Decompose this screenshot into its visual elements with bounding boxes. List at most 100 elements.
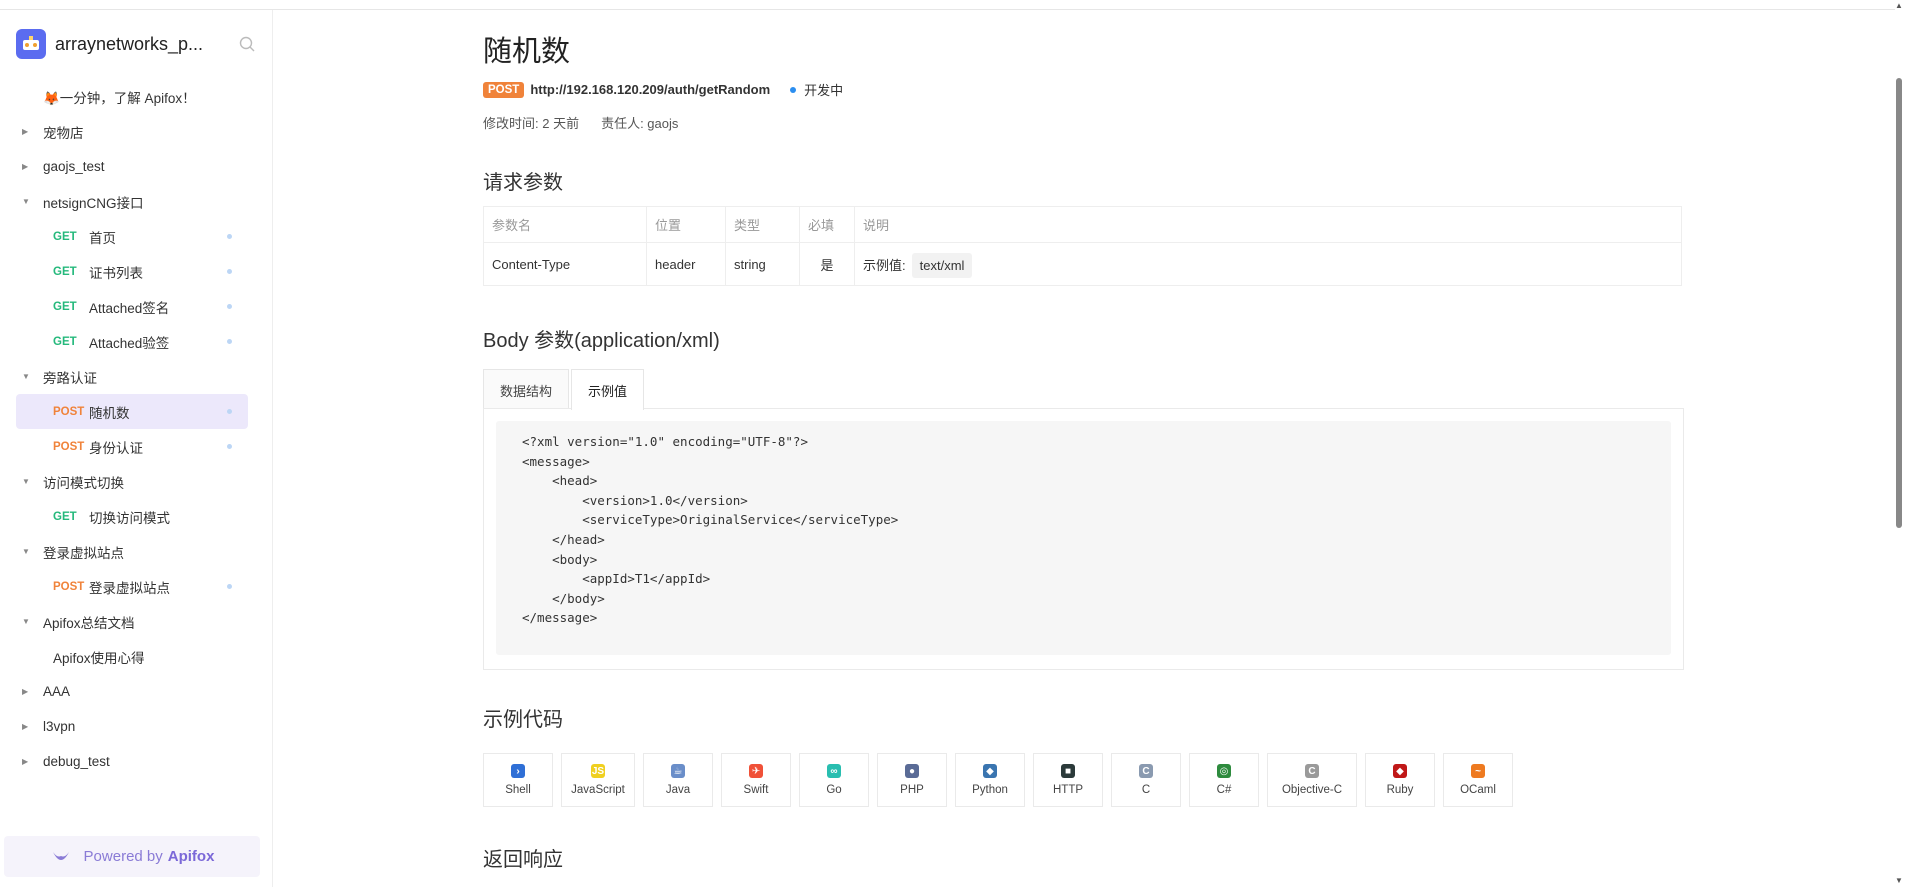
intro-link[interactable]: 🦊一分钟，了解 Apifox！ xyxy=(0,79,272,114)
language-label: Ruby xyxy=(1386,784,1414,796)
scroll-up-icon[interactable]: ▲ xyxy=(1895,1,1903,10)
language-label: HTTP xyxy=(1052,784,1084,796)
search-icon[interactable] xyxy=(238,35,256,53)
tab-schema[interactable]: 数据结构 xyxy=(483,369,570,410)
caret-right-icon[interactable]: ▶ xyxy=(22,757,28,766)
http-icon: ■ xyxy=(1061,764,1075,778)
endpoint-url[interactable]: http://192.168.120.209/auth/getRandom xyxy=(530,82,770,97)
java-icon: ☕ xyxy=(671,764,685,778)
code-line: <version>1.0</version> xyxy=(522,492,748,508)
javascript-icon: JS xyxy=(591,764,605,778)
table-header-row: 参数名 位置 类型 必填 说明 xyxy=(483,206,1682,243)
sidebar-api-item[interactable]: POST 登录虚拟站点 xyxy=(0,569,272,604)
example-panel: <?xml version="1.0" encoding="UTF-8"?> <m… xyxy=(483,408,1684,670)
caret-down-icon[interactable]: ▼ xyxy=(22,547,30,556)
language-button[interactable]: ◎ C# xyxy=(1189,753,1259,807)
api-label: 证书列表 xyxy=(89,265,143,281)
sidebar-folder[interactable]: ▶ l3vpn xyxy=(0,709,272,744)
api-tree: 🦊一分钟，了解 Apifox！ ▶ 宠物店 ▶ gaojs_test ▼ netsignC… xyxy=(0,79,272,779)
language-button[interactable]: › Shell xyxy=(483,753,553,807)
sidebar-api-item[interactable]: GET 切换访问模式 xyxy=(0,499,272,534)
method-label: GET xyxy=(53,300,77,313)
language-label: PHP xyxy=(900,784,924,796)
sidebar-folder[interactable]: ▼ 旁路认证 xyxy=(0,359,272,394)
folder-label: debug_test xyxy=(43,754,110,769)
apifox-logo-icon xyxy=(52,851,69,860)
sidebar-api-item[interactable]: POST 身份认证 xyxy=(0,429,272,464)
param-location: header xyxy=(646,242,726,286)
language-button[interactable]: CC xyxy=(1111,753,1181,807)
caret-down-icon[interactable]: ▼ xyxy=(22,372,30,381)
sidebar-folder[interactable]: ▶ AAA xyxy=(0,674,272,709)
swift-icon: ✈ xyxy=(749,764,763,778)
language-button[interactable]: C Objective-C xyxy=(1267,753,1357,807)
status-dot-icon xyxy=(227,269,232,274)
page-title: 随机数 xyxy=(483,36,571,68)
c-icon: C xyxy=(1139,764,1153,778)
scrollbar-thumb[interactable] xyxy=(1896,78,1902,528)
language-button[interactable]: ∞ Go xyxy=(799,753,869,807)
folder-label: AAA xyxy=(43,684,71,699)
project-logo-icon xyxy=(16,29,46,59)
caret-down-icon[interactable]: ▼ xyxy=(22,477,30,486)
language-label: C# xyxy=(1216,784,1232,796)
language-label: JavaScript xyxy=(571,784,625,796)
folder-label: gaojs_test xyxy=(43,159,105,174)
language-button[interactable]: ◆ Ruby xyxy=(1365,753,1435,807)
caret-right-icon[interactable]: ▶ xyxy=(22,127,28,136)
folder-label: l3vpn xyxy=(43,719,76,734)
folder-label: Apifox总结文档 xyxy=(43,615,135,631)
csharp-icon: ◎ xyxy=(1217,764,1231,778)
param-desc: 示例值: text/xml xyxy=(854,242,1682,286)
col-name: 参数名 xyxy=(483,206,647,243)
sidebar-api-item[interactable]: GET 证书列表 xyxy=(0,254,272,289)
sidebar-doc-item[interactable]: Apifox使用心得 xyxy=(0,639,272,674)
language-label: OCaml xyxy=(1460,784,1496,796)
language-button[interactable]: ~ OCaml xyxy=(1443,753,1513,807)
go-icon: ∞ xyxy=(827,764,841,778)
caret-right-icon[interactable]: ▶ xyxy=(22,162,28,171)
code-line: </head> xyxy=(522,531,605,547)
api-label: 切换访问模式 xyxy=(89,510,170,526)
code-line: <serviceType>OriginalService</serviceTyp… xyxy=(522,512,899,528)
language-list: › Shell JS JavaScript ☕ Java ✈ Swift ∞ Go ● PHP ◆ Pyt… xyxy=(483,753,1521,807)
language-button[interactable]: ■ HTTP xyxy=(1033,753,1103,807)
powered-by-apifox[interactable]: Powered by Apifox xyxy=(4,836,260,877)
scroll-down-icon[interactable]: ▼ xyxy=(1895,876,1903,885)
sidebar-api-item[interactable]: GET 首页 xyxy=(0,219,272,254)
folder-label: 旁路认证 xyxy=(43,370,97,386)
language-button[interactable]: ☕ Java xyxy=(643,753,713,807)
sidebar-folder[interactable]: ▶ debug_test xyxy=(0,744,272,779)
project-header[interactable]: arraynetworks_p... xyxy=(16,28,256,60)
shell-icon: › xyxy=(511,764,525,778)
sidebar-folder[interactable]: ▶ gaojs_test xyxy=(0,149,272,184)
code-line: </message> xyxy=(522,610,598,626)
caret-right-icon[interactable]: ▶ xyxy=(22,687,28,696)
doc-label: Apifox使用心得 xyxy=(53,650,145,666)
api-label: 身份认证 xyxy=(89,440,143,456)
col-required: 必填 xyxy=(799,206,855,243)
folder-label: 登录虚拟站点 xyxy=(43,545,124,561)
tab-example[interactable]: 示例值 xyxy=(571,369,645,410)
language-button[interactable]: ● PHP xyxy=(877,753,947,807)
sidebar: arraynetworks_p... 🦊一分钟，了解 Apifox！ ▶ 宠物店 ▶… xyxy=(0,10,273,887)
sidebar-api-item[interactable]: GET Attached验签 xyxy=(0,324,272,359)
caret-right-icon[interactable]: ▶ xyxy=(22,722,28,731)
language-button[interactable]: ◆ Python xyxy=(955,753,1025,807)
caret-down-icon[interactable]: ▼ xyxy=(22,617,30,626)
language-button[interactable]: ✈ Swift xyxy=(721,753,791,807)
col-type: 类型 xyxy=(725,206,800,243)
sidebar-api-item[interactable]: POST 随机数 xyxy=(16,394,248,429)
status-dot-icon xyxy=(227,234,232,239)
param-required: 是 xyxy=(799,242,855,286)
sidebar-folder[interactable]: ▼ 登录虚拟站点 xyxy=(0,534,272,569)
sidebar-folder[interactable]: ▼ netsignCNG接口 xyxy=(0,184,272,219)
request-params-heading: 请求参数 xyxy=(483,172,563,194)
sidebar-folder[interactable]: ▶ 宠物店 xyxy=(0,114,272,149)
sidebar-api-item[interactable]: GET Attached签名 xyxy=(0,289,272,324)
modified-time: 修改时间: 2 天前 xyxy=(483,116,580,131)
language-button[interactable]: JS JavaScript xyxy=(561,753,635,807)
sidebar-folder[interactable]: ▼ Apifox总结文档 xyxy=(0,604,272,639)
sidebar-folder[interactable]: ▼ 访问模式切换 xyxy=(0,464,272,499)
caret-down-icon[interactable]: ▼ xyxy=(22,197,30,206)
